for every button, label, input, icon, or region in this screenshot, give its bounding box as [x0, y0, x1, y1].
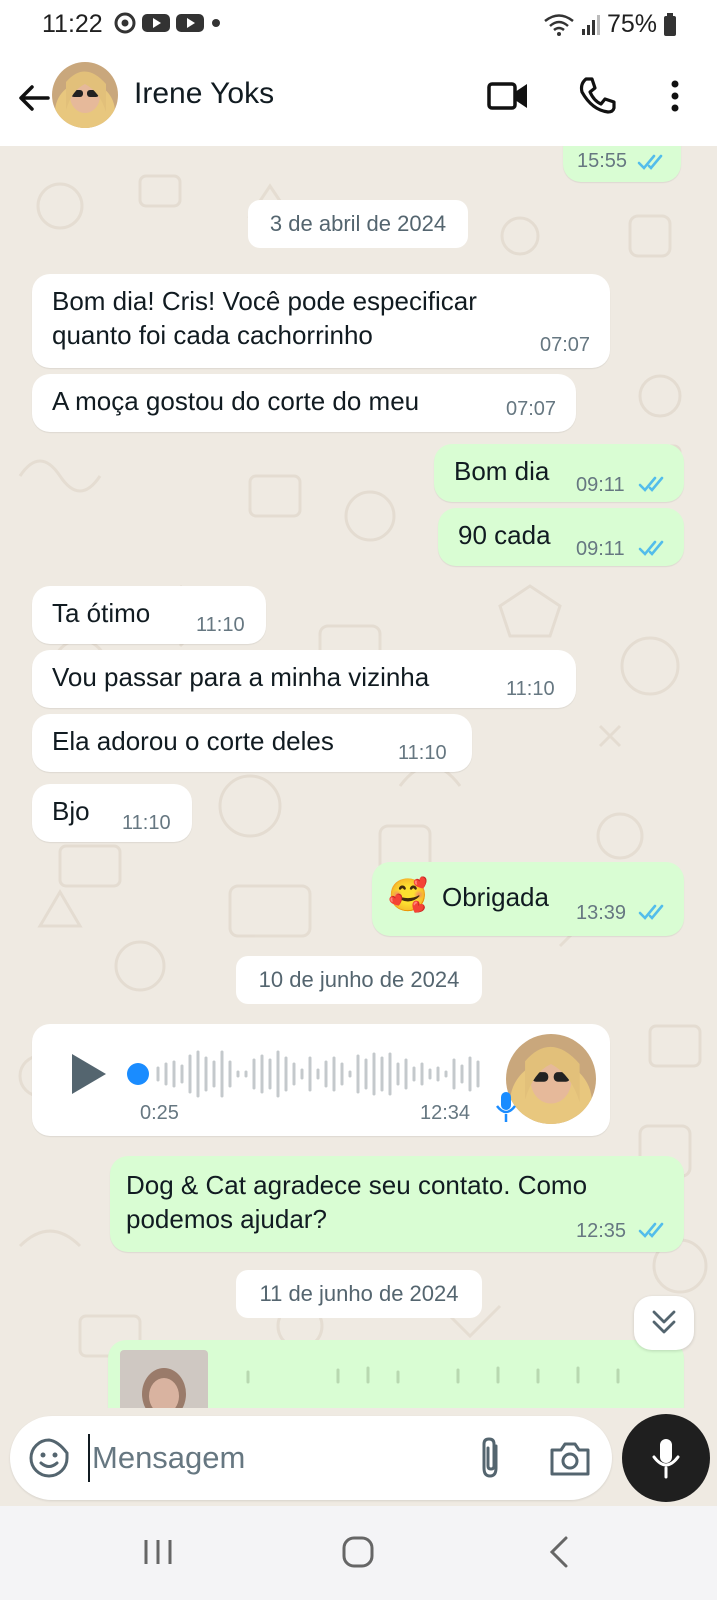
- dot-icon: [212, 19, 220, 27]
- emoji-smiling-hearts: 🥰: [388, 877, 428, 913]
- youtube-icon: [142, 14, 170, 32]
- date-separator: 3 de abril de 2024: [248, 200, 468, 248]
- contact-avatar[interactable]: [52, 62, 118, 128]
- voice-message-bubble[interactable]: 0:25 12:34: [32, 1024, 610, 1136]
- status-system-icons: 75%: [543, 10, 677, 39]
- chat-header: Irene Yoks: [0, 50, 717, 146]
- attach-icon[interactable]: [472, 1436, 508, 1480]
- date-label: 3 de abril de 2024: [269, 211, 447, 236]
- message-bubble-incoming[interactable]: Vou passar para a minha vizinha 11:10: [32, 650, 576, 708]
- message-time: 15:55: [577, 150, 628, 172]
- battery-percent: 75%: [606, 10, 657, 38]
- message-time: 11:10: [398, 742, 447, 764]
- message-text: Dog & Cat agradece seu contato. Como: [126, 1170, 588, 1200]
- date-label: 10 de junho de 2024: [258, 967, 460, 992]
- message-time: 13:39: [576, 902, 627, 924]
- message-bubble-incoming[interactable]: Ta ótimo 11:10: [32, 586, 266, 644]
- status-time: 11:22: [42, 10, 103, 38]
- double-check-icon: [638, 904, 664, 920]
- recent-apps-icon[interactable]: [140, 1534, 176, 1570]
- voice-waveform[interactable]: [126, 1048, 506, 1100]
- status-notification-icons: [114, 12, 222, 34]
- sender-avatar: [506, 1034, 596, 1124]
- message-text: Ela adorou o corte deles: [52, 726, 334, 756]
- message-time: 07:07: [506, 398, 557, 420]
- message-text: Bom dia! Cris! Você pode especificar: [52, 286, 477, 316]
- message-time: 09:11: [576, 474, 625, 496]
- message-time: 11:10: [196, 614, 245, 636]
- chat-area[interactable]: 15:55 3 de abril de 2024 Bom dia! Cris! …: [0, 146, 717, 1408]
- contact-name[interactable]: Irene Yoks: [134, 77, 274, 111]
- message-text: Bjo: [52, 796, 90, 826]
- composer-area: [0, 1408, 717, 1506]
- sticker-icon[interactable]: [28, 1437, 70, 1479]
- play-icon[interactable]: [68, 1052, 108, 1096]
- message-text: podemos ajudar?: [126, 1204, 327, 1234]
- message-text: A moça gostou do corte do meu: [52, 386, 420, 416]
- message-time: 07:07: [540, 334, 591, 356]
- message-bubble-incoming[interactable]: Bom dia! Cris! Você pode especificar qua…: [32, 274, 610, 368]
- message-text: Bom dia: [454, 456, 550, 486]
- message-text: quanto foi cada cachorrinho: [52, 320, 373, 350]
- camera-icon[interactable]: [548, 1438, 592, 1478]
- double-check-icon: [638, 476, 664, 492]
- back-arrow-icon[interactable]: [14, 78, 54, 118]
- double-check-icon: [638, 1222, 664, 1238]
- message-time: 09:11: [576, 538, 625, 560]
- double-check-icon: [638, 540, 664, 556]
- phone-icon[interactable]: [576, 74, 618, 116]
- more-options-icon[interactable]: [660, 76, 690, 116]
- status-bar: 11:22 75%: [0, 0, 717, 50]
- message-text: 90 cada: [458, 520, 551, 550]
- message-time: 11:10: [122, 812, 171, 834]
- nav-back-icon[interactable]: [546, 1534, 570, 1570]
- message-time: 11:10: [506, 678, 555, 700]
- date-separator: 10 de junho de 2024: [236, 956, 482, 1004]
- message-text: Obrigada: [442, 882, 549, 912]
- message-time: 12:34: [420, 1102, 471, 1124]
- home-icon[interactable]: [340, 1534, 376, 1570]
- message-bubble-outgoing[interactable]: Bom dia 09:11: [434, 444, 684, 502]
- date-label: 11 de junho de 2024: [259, 1281, 459, 1306]
- message-time: 12:35: [576, 1220, 627, 1242]
- sender-avatar: [120, 1350, 208, 1408]
- double-check-icon: [637, 154, 663, 170]
- wifi-icon: [544, 13, 574, 36]
- scroll-down-button[interactable]: [634, 1296, 694, 1350]
- message-bubble-outgoing[interactable]: 90 cada 09:11: [438, 508, 684, 566]
- message-bubble-incoming[interactable]: A moça gostou do corte do meu 07:07: [32, 374, 576, 432]
- signal-icon: [581, 14, 600, 35]
- battery-icon: [664, 12, 676, 36]
- message-bubble-outgoing[interactable]: 🥰 Obrigada 13:39: [372, 862, 684, 936]
- voice-record-button[interactable]: [622, 1414, 710, 1502]
- message-bubble-incoming[interactable]: Ela adorou o corte deles 11:10: [32, 714, 472, 772]
- message-input[interactable]: [88, 1434, 448, 1482]
- message-text: Vou passar para a minha vizinha: [52, 662, 430, 692]
- chrome-icon: [114, 12, 136, 34]
- voice-message-bubble-partial[interactable]: [108, 1340, 684, 1408]
- voice-duration: 0:25: [140, 1102, 179, 1124]
- message-bubble-incoming[interactable]: Bjo 11:10: [32, 784, 192, 842]
- system-nav-bar: [0, 1506, 717, 1600]
- message-text: Ta ótimo: [52, 598, 151, 628]
- message-bubble-outgoing[interactable]: Dog & Cat agradece seu contato. Como pod…: [110, 1156, 684, 1252]
- message-bubble-outgoing[interactable]: 15:55: [563, 146, 681, 182]
- message-composer[interactable]: [10, 1416, 612, 1500]
- voice-waveform: [246, 1366, 620, 1384]
- date-separator: 11 de junho de 2024: [236, 1270, 482, 1318]
- youtube-icon: [176, 14, 204, 32]
- mic-icon: [496, 1092, 516, 1122]
- mic-icon: [652, 1439, 680, 1479]
- video-call-icon[interactable]: [486, 76, 530, 116]
- scroll-down-icon: [652, 1310, 676, 1334]
